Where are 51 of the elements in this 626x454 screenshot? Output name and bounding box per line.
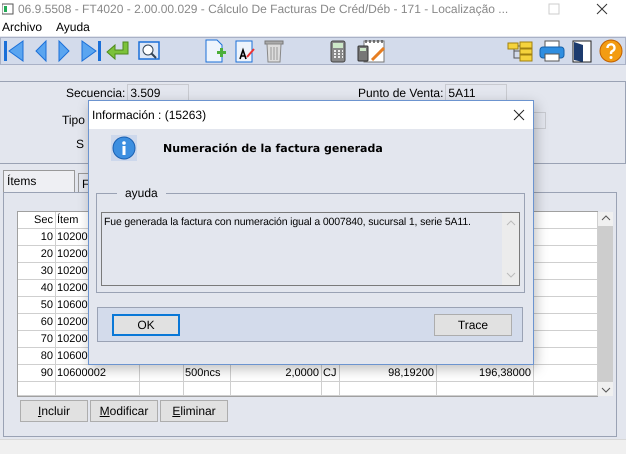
table-cell xyxy=(140,382,184,396)
action-button[interactable]: Modificar xyxy=(90,400,158,422)
group-label: ayuda xyxy=(117,186,166,200)
sequence-cell: 50 xyxy=(18,297,56,314)
scrollbar[interactable] xyxy=(598,212,613,396)
sequence-cell: 60 xyxy=(18,314,56,331)
calculator-icon[interactable] xyxy=(330,39,346,63)
table-cell xyxy=(18,382,56,396)
field-label: Tipo xyxy=(62,113,85,127)
magnifier-icon[interactable] xyxy=(138,40,160,62)
printer-icon[interactable] xyxy=(539,40,565,62)
dialog-title: Información : (15263) xyxy=(92,108,208,122)
enter-arrow-icon[interactable] xyxy=(106,40,130,62)
input-field[interactable]: 3.509 xyxy=(127,84,190,101)
last-record-icon[interactable] xyxy=(80,39,102,63)
close-icon[interactable] xyxy=(513,109,525,121)
sequence-cell: 80 xyxy=(18,348,56,365)
first-record-icon[interactable] xyxy=(3,39,25,63)
action-button[interactable]: Eliminar xyxy=(160,400,228,422)
sequence-cell: 20 xyxy=(18,246,56,263)
table-cell xyxy=(322,382,340,396)
previous-icon[interactable] xyxy=(34,39,48,63)
window-title: 06.9.5508 - FT4020 - 2.00.00.029 - Cálculo De Facturas De Créd/Déb - 171 - Localização ... xyxy=(18,2,510,16)
column-header: Sec xyxy=(18,212,56,229)
sequence-cell: 10 xyxy=(18,229,56,246)
sequence-cell: 40 xyxy=(18,280,56,297)
action-button[interactable]: Incluir xyxy=(20,400,88,422)
sequence-cell: 90 xyxy=(18,365,56,382)
field-label: Secuencia: xyxy=(66,86,126,100)
edit-document-icon[interactable] xyxy=(235,39,255,63)
hierarchy-icon[interactable] xyxy=(507,40,533,62)
field-label: S xyxy=(76,137,84,151)
input-field[interactable]: 5A11 xyxy=(445,84,508,101)
dialog-message: Numeración de la factura generada xyxy=(163,142,383,154)
next-icon[interactable] xyxy=(57,39,71,63)
sequence-cell: 70 xyxy=(18,331,56,348)
door-icon[interactable] xyxy=(571,39,593,63)
notepad-calculator-icon[interactable] xyxy=(356,38,388,64)
menu-item[interactable]: Ayuda xyxy=(56,20,90,34)
tab[interactable]: Ítems xyxy=(3,170,75,192)
menu-item[interactable]: Archivo xyxy=(2,20,42,34)
help-icon[interactable] xyxy=(599,39,623,63)
dialog-button[interactable]: OK xyxy=(112,314,180,336)
trash-icon[interactable] xyxy=(264,39,284,63)
dialog-button[interactable]: Trace xyxy=(434,314,512,336)
close-icon[interactable] xyxy=(596,3,608,15)
info-icon xyxy=(111,135,137,161)
field-label: Punto de Venta: xyxy=(358,86,444,100)
sequence-cell: 30 xyxy=(18,263,56,280)
new-document-icon[interactable] xyxy=(204,39,226,63)
table-cell xyxy=(184,382,231,396)
